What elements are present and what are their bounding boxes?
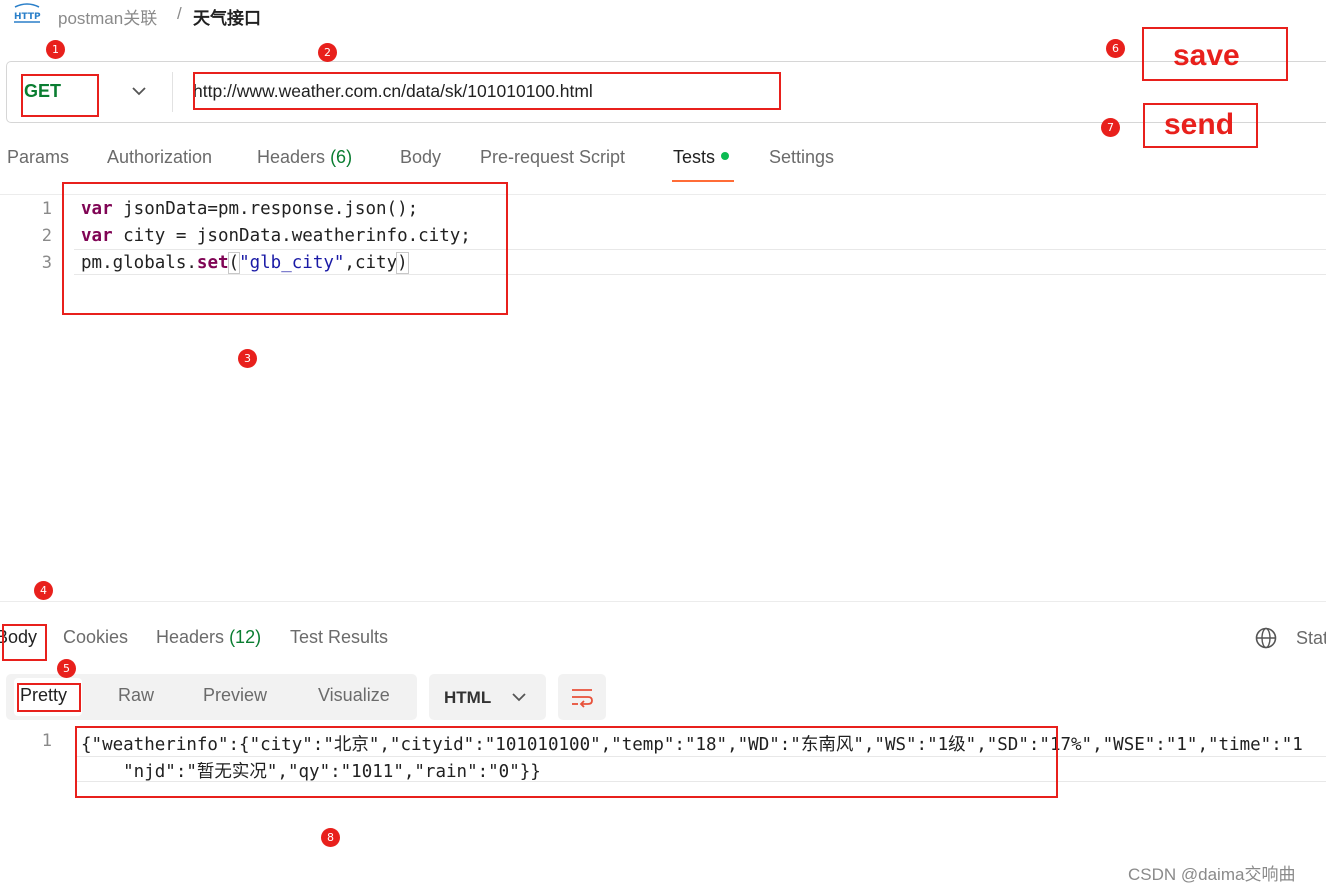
step-badge: 8 (321, 828, 340, 847)
tab-tests[interactable]: Tests (673, 147, 730, 168)
line-number: 2 (41, 226, 52, 246)
response-tab-headers-count: (12) (229, 627, 262, 647)
line-number: 3 (41, 253, 52, 273)
chevron-down-icon (512, 693, 526, 702)
chevron-down-icon[interactable] (130, 84, 148, 98)
request-title[interactable]: 天气接口 (193, 4, 261, 29)
view-raw[interactable]: Raw (118, 685, 154, 706)
step-badge: 4 (34, 581, 53, 600)
view-preview[interactable]: Preview (203, 685, 267, 706)
tab-authorization[interactable]: Authorization (107, 147, 212, 168)
watermark: CSDN @daima交响曲 (1128, 865, 1296, 884)
http-icon: HTTP (14, 3, 41, 23)
view-visualize[interactable]: Visualize (318, 685, 390, 706)
send-label: send (1164, 108, 1235, 141)
breadcrumb-parent[interactable]: postman关联 (58, 4, 157, 29)
tab-params[interactable]: Params (7, 147, 69, 168)
step-badge: 5 (57, 659, 76, 678)
step-badge: 1 (46, 40, 65, 59)
format-label: HTML (444, 688, 492, 707)
response-tab-cookies[interactable]: Cookies (63, 627, 128, 648)
annotation-box-method (21, 74, 99, 117)
step-badge: 7 (1101, 118, 1120, 137)
response-divider (0, 601, 1326, 602)
tab-body[interactable]: Body (400, 147, 441, 168)
save-label: save (1173, 39, 1240, 72)
tab-settings[interactable]: Settings (769, 147, 834, 168)
annotation-box-response (75, 726, 1058, 798)
breadcrumb-separator: / (177, 4, 182, 23)
url-divider (172, 72, 173, 112)
tab-tests-label: Tests (673, 147, 716, 167)
status-dot-icon (721, 152, 730, 161)
active-tab-indicator (672, 180, 734, 182)
tab-pre-request-script[interactable]: Pre-request Script (480, 147, 625, 168)
line-number: 1 (41, 731, 52, 751)
annotation-box-pretty (17, 683, 81, 712)
annotation-box-url (193, 72, 781, 110)
svg-text:HTTP: HTTP (14, 12, 41, 22)
step-badge: 6 (1106, 39, 1125, 58)
response-tab-test-results[interactable]: Test Results (290, 627, 388, 648)
step-badge: 2 (318, 43, 337, 62)
line-number: 1 (41, 199, 52, 219)
tab-headers-label: Headers (257, 147, 326, 167)
tab-headers-count: (6) (330, 147, 353, 167)
globe-icon[interactable] (1254, 626, 1278, 650)
response-status: Stat (1296, 628, 1326, 648)
step-badge: 3 (238, 349, 257, 368)
response-tab-headers-label: Headers (156, 627, 225, 647)
wrap-lines-icon (572, 689, 593, 708)
annotation-box-body-tab (2, 624, 47, 661)
annotation-box-tests (62, 182, 508, 315)
tab-headers[interactable]: Headers (6) (257, 147, 352, 168)
response-tab-headers[interactable]: Headers (12) (156, 627, 261, 648)
